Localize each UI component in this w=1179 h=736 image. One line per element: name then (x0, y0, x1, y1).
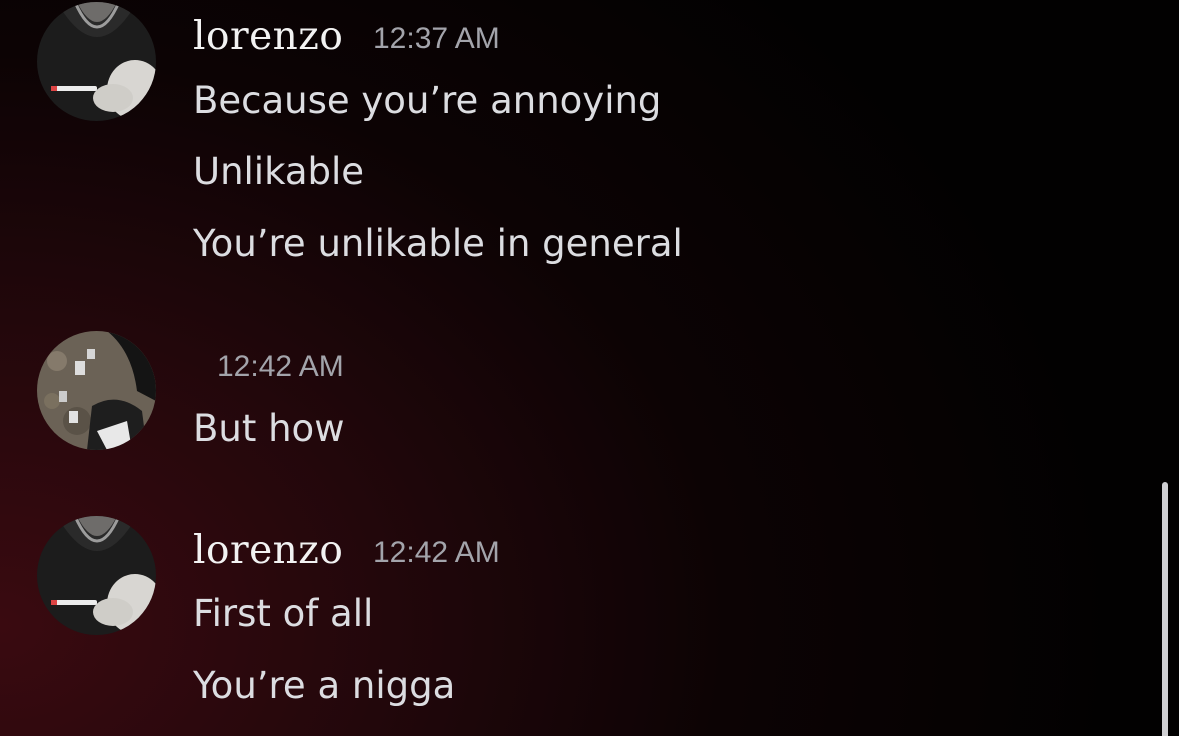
message-text[interactable]: Unlikable (193, 153, 364, 190)
message-text[interactable]: But how (193, 410, 344, 447)
avatar-photo-icon (37, 516, 156, 635)
avatar-lorenzo[interactable] (37, 2, 156, 121)
message-text[interactable]: You’re unlikable in general (193, 225, 683, 262)
avatar-photo-icon (37, 331, 156, 450)
message-text[interactable]: You’re a nigga (193, 667, 455, 704)
message-author[interactable]: lorenzo (193, 17, 343, 56)
message-timestamp: 12:42 AM (373, 536, 500, 569)
avatar-photo-icon (37, 2, 156, 121)
scrollbar-thumb[interactable] (1162, 482, 1168, 736)
message-timestamp: 12:42 AM (217, 350, 344, 383)
message-author[interactable]: lorenzo (193, 531, 343, 570)
message-timestamp: 12:37 AM (373, 22, 500, 55)
message-text[interactable]: Because you’re annoying (193, 82, 661, 119)
avatar-lorenzo[interactable] (37, 516, 156, 635)
message-text[interactable]: First of all (193, 595, 373, 632)
chat-message-list: lorenzo 12:37 AM Because you’re annoying… (0, 0, 1179, 736)
avatar-user[interactable] (37, 331, 156, 450)
